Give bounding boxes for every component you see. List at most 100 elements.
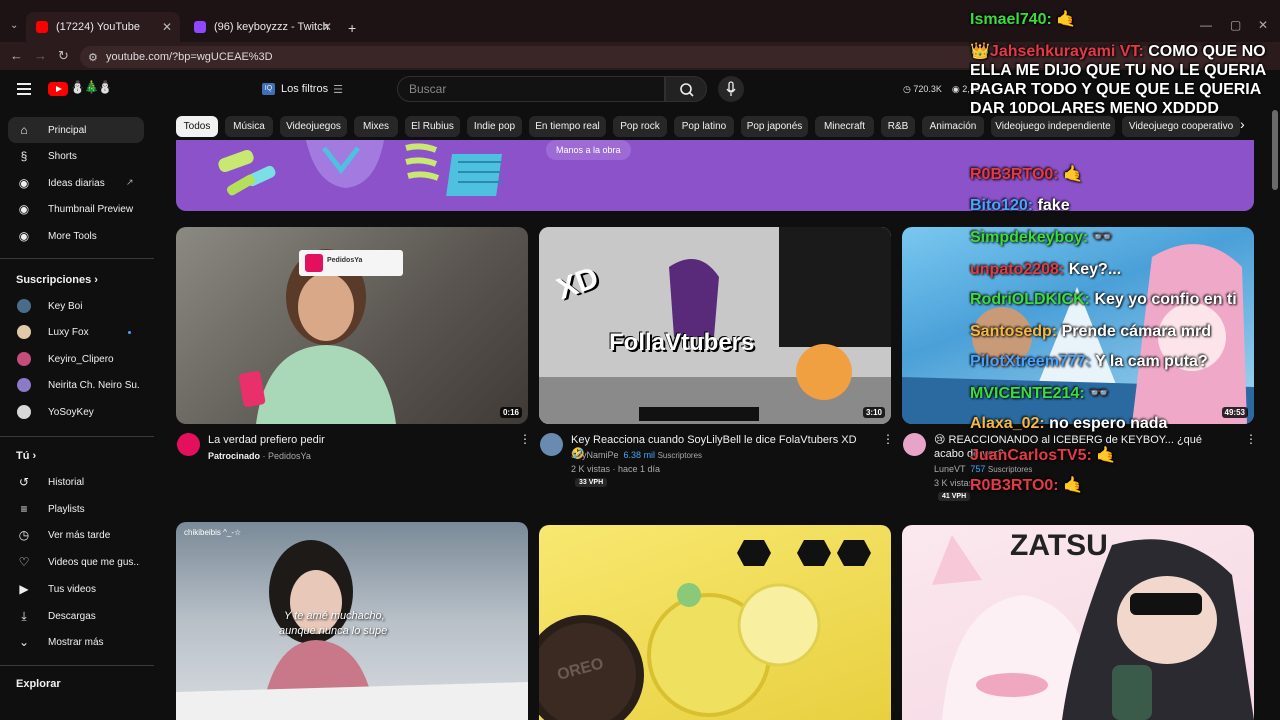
extension-icon: ◉ bbox=[18, 176, 30, 190]
chip[interactable]: Minecraft bbox=[815, 116, 874, 137]
twitch-favicon-icon bbox=[194, 21, 206, 33]
sidebar-item-label: Mostrar más bbox=[48, 636, 104, 648]
sidebar-item-shorts[interactable]: § Shorts bbox=[8, 143, 144, 169]
video-title[interactable]: 😢 REACCIONANDO al ICEBERG de KEYBOY... ¿… bbox=[934, 433, 1234, 461]
video-thumbnail[interactable]: 49:53 bbox=[902, 227, 1254, 424]
external-link-icon: ↗ bbox=[126, 177, 134, 187]
chip[interactable]: Animación bbox=[922, 116, 984, 137]
thumbnail-text: chikibeibis ^_-☆ bbox=[184, 528, 242, 537]
ad-banner[interactable]: Manos a la obra bbox=[176, 140, 1254, 211]
video-thumbnail[interactable]: chikibeibis ^_-☆ Y te amé muchacho, aunq… bbox=[176, 522, 528, 720]
window-close-icon[interactable]: ✕ bbox=[1258, 18, 1268, 32]
sidebar-item-historial[interactable]: ↺ Historial bbox=[8, 469, 144, 495]
close-icon[interactable]: ✕ bbox=[322, 20, 332, 34]
chip[interactable]: En tiempo real bbox=[529, 116, 606, 137]
menu-icon[interactable] bbox=[17, 83, 31, 95]
more-options-icon[interactable]: ⋮ bbox=[519, 432, 531, 446]
sidebar-item-thumbnail-preview[interactable]: ◉ Thumbnail Preview bbox=[8, 196, 144, 222]
channel-avatar[interactable] bbox=[540, 433, 563, 456]
tab-youtube[interactable]: (17224) YouTube ✕ bbox=[26, 12, 180, 42]
sidebar-sub-yosoykey[interactable]: YoSoyKey bbox=[8, 399, 144, 425]
channel-avatar[interactable] bbox=[903, 433, 926, 456]
vph-badge: 33 VPH bbox=[575, 478, 608, 487]
video-duration: 3:10 bbox=[862, 407, 885, 418]
subscriber-label: Suscriptores bbox=[657, 451, 703, 460]
sidebar-sub-luxy-fox[interactable]: Luxy Fox bbox=[8, 319, 144, 345]
minimize-icon[interactable]: — bbox=[1200, 18, 1212, 32]
video-thumbnail[interactable]: ZATSU bbox=[902, 525, 1254, 720]
address-bar: ← → ↻ ⚙ youtube.com/?bp=wgUCEAE%3D bbox=[0, 42, 1280, 70]
chip[interactable]: Videojuego independiente bbox=[991, 116, 1115, 137]
new-content-dot bbox=[128, 331, 131, 334]
sidebar-item-label: Tus videos bbox=[48, 583, 96, 595]
more-options-icon[interactable]: ⋮ bbox=[882, 432, 894, 446]
chip[interactable]: Videojuegos bbox=[280, 116, 347, 137]
channel-name[interactable]: SoyNamiPe bbox=[571, 450, 619, 460]
sidebar-sub-neirita[interactable]: Neirita Ch. Neiro Su... bbox=[8, 372, 144, 398]
chip[interactable]: Mixes bbox=[354, 116, 398, 137]
scrollbar-thumb[interactable] bbox=[1272, 110, 1278, 190]
thumbnail-text: FollaVtubers bbox=[609, 329, 755, 356]
filters-button[interactable]: IQ Los filtros ☰ bbox=[262, 78, 343, 100]
tab-twitch[interactable]: (96) keyboyzzz - Twitch ✕ bbox=[184, 12, 340, 42]
chip-todos[interactable]: Todos bbox=[176, 116, 218, 137]
search-input[interactable]: Buscar bbox=[397, 76, 665, 102]
channel-name[interactable]: PedidosYa bbox=[268, 451, 311, 461]
chip[interactable]: Pop japonés bbox=[741, 116, 808, 137]
sidebar-item-tus-videos[interactable]: ▶ Tus videos bbox=[8, 576, 144, 602]
channel-name[interactable]: LuneVT bbox=[934, 464, 965, 474]
banner-cta-button[interactable]: Manos a la obra bbox=[546, 140, 631, 160]
chip[interactable]: Pop latino bbox=[674, 116, 734, 137]
sidebar-item-mostrar-mas[interactable]: ⌄ Mostrar más bbox=[8, 629, 144, 655]
chip[interactable]: Videojuego cooperativo bbox=[1122, 116, 1240, 137]
chevron-right-icon[interactable]: › bbox=[1240, 116, 1245, 132]
new-tab-icon[interactable]: + bbox=[348, 20, 356, 36]
chip[interactable]: El Rubius bbox=[405, 116, 460, 137]
sidebar-item-more-tools[interactable]: ◉ More Tools bbox=[8, 223, 144, 249]
reload-icon[interactable]: ↻ bbox=[58, 48, 69, 64]
sidebar-item-playlists[interactable]: ≡ Playlists bbox=[8, 496, 144, 522]
stats-widget: ◷ 720.3K ◉ 2,407 bbox=[903, 84, 985, 95]
site-info-icon[interactable]: ⚙ bbox=[88, 51, 98, 64]
video-thumbnail[interactable]: OREO bbox=[539, 525, 891, 720]
chip[interactable]: Pop rock bbox=[613, 116, 667, 137]
video-views: 3 K vistas bbox=[934, 478, 974, 488]
video-title[interactable]: La verdad prefiero pedir bbox=[208, 433, 498, 447]
more-options-icon[interactable]: ⋮ bbox=[1245, 432, 1257, 446]
filter-extension-icon: IQ bbox=[262, 83, 275, 95]
video-thumbnail[interactable]: XD FollaVtubers 3:10 bbox=[539, 227, 891, 424]
subscriber-count: 6.38 mil bbox=[623, 450, 656, 460]
search-button[interactable] bbox=[665, 76, 707, 102]
close-icon[interactable]: ✕ bbox=[162, 20, 172, 34]
back-icon[interactable]: ← bbox=[10, 48, 23, 63]
sidebar-sub-key-boi[interactable]: Key Boi bbox=[8, 293, 144, 319]
youtube-logo[interactable] bbox=[48, 82, 68, 96]
video-thumbnail[interactable]: PedidosYa 0:16 bbox=[176, 227, 528, 424]
url-field[interactable]: ⚙ youtube.com/?bp=wgUCEAE%3D bbox=[80, 46, 1260, 68]
voice-search-button[interactable] bbox=[718, 76, 744, 102]
chip[interactable]: Música bbox=[225, 116, 273, 137]
forward-icon[interactable]: → bbox=[34, 48, 47, 63]
search-placeholder: Buscar bbox=[409, 82, 447, 96]
sidebar-item-liked-videos[interactable]: ♡ Videos que me gus... bbox=[8, 549, 144, 575]
sidebar-sub-keyiro-clipero[interactable]: Keyiro_Clipero bbox=[8, 346, 144, 372]
sidebar-item-descargas[interactable]: ⤓ Descargas bbox=[8, 603, 144, 629]
divider bbox=[0, 665, 154, 666]
sidebar-item-label: Videos que me gus... bbox=[48, 556, 140, 568]
you-heading[interactable]: Tú › bbox=[16, 450, 36, 462]
avatar bbox=[17, 352, 31, 366]
sidebar-item-ver-mas-tarde[interactable]: ◷ Ver más tarde bbox=[8, 522, 144, 548]
chip[interactable]: Indie pop bbox=[467, 116, 522, 137]
sidebar-item-principal[interactable]: ⌂ Principal bbox=[8, 117, 144, 143]
sidebar-item-ideas-diarias[interactable]: ◉ Ideas diarias bbox=[8, 170, 144, 196]
sidebar-item-label: Historial bbox=[48, 476, 85, 488]
tab-search-icon[interactable]: ⌄ bbox=[10, 20, 18, 31]
maximize-icon[interactable]: ▢ bbox=[1230, 18, 1241, 32]
history-icon: ↺ bbox=[18, 475, 30, 489]
shorts-icon: § bbox=[20, 149, 28, 163]
video-meta: LuneVT 757 Suscriptores bbox=[934, 462, 1032, 477]
vph-badge: 41 VPH bbox=[938, 492, 971, 501]
chip[interactable]: R&B bbox=[881, 116, 915, 137]
subscriptions-heading[interactable]: Suscripciones › bbox=[16, 274, 98, 286]
channel-avatar[interactable] bbox=[177, 433, 200, 456]
